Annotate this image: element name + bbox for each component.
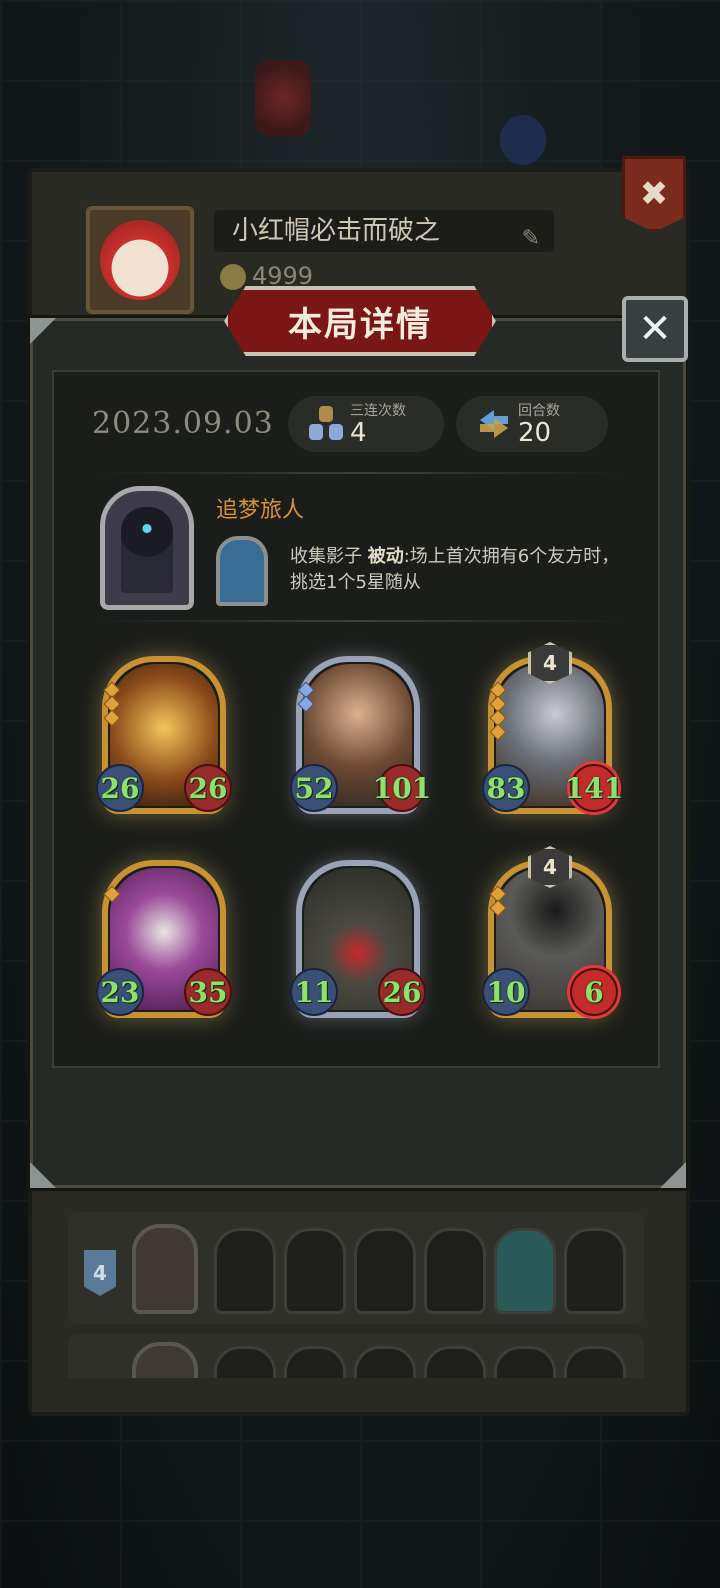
skill-name: 收集影子 [290,546,362,567]
health-stat: 35 [184,968,232,1016]
rounds-stat: 回合数 20 [456,396,608,452]
lineup-unit [284,1346,346,1378]
triple-icon [306,404,346,444]
hero-portrait[interactable] [100,486,194,610]
profile-close-button[interactable]: ✖ [622,156,686,232]
coin-count: 4999 [252,262,314,290]
corner-ornament [660,1162,686,1188]
avatar-image [100,220,180,300]
coin-icon [220,264,246,290]
lineup-row[interactable]: 4 [68,1212,644,1324]
triple-value: 4 [350,418,367,448]
attack-stat: 83 [482,764,530,812]
modal-title: 本局详情 [288,304,432,345]
lineup-unit [424,1228,486,1314]
lineup-unit [564,1346,626,1378]
star-rank [489,885,507,917]
divider [96,472,624,474]
star-rank [103,681,121,727]
star-rank [103,885,121,903]
close-button[interactable]: ✕ [622,296,688,362]
rank-badge: 4 [84,1250,116,1296]
health-stat: 101 [373,764,431,812]
skill-type: 被动 [367,546,404,567]
unit-card[interactable]: 4 10 6 [482,846,618,1018]
attack-stat: 11 [290,968,338,1016]
unit-card[interactable]: 52 101 [290,656,431,814]
lineup-unit [494,1228,556,1314]
star-rank [297,681,315,713]
match-date: 2023.09.03 [92,406,274,441]
health-stat: 26 [184,764,232,812]
player-name-text: 小红帽必击而破之 [232,216,441,246]
star-icon [103,709,121,727]
lineup-row[interactable] [68,1334,644,1378]
triple-stat: 三连次数 4 [288,396,444,452]
potion-icon [500,115,546,165]
lantern-icon [255,60,311,136]
skill-description: 收集影子 被动:场上首次拥有6个友方时，挑选1个5星随从 [290,544,620,596]
hero-name: 追梦旅人 [216,498,305,523]
corner-ornament [30,318,56,344]
lineup-unit [214,1228,276,1314]
lineup-hero [132,1224,198,1314]
lineup-unit [214,1346,276,1378]
rounds-label: 回合数 [518,403,560,419]
unit-card[interactable]: 11 26 [290,860,426,1018]
star-rank [489,681,507,741]
health-stat: 26 [378,968,426,1016]
hero-figure [121,507,173,593]
corner-ornament [30,1162,56,1188]
star-icon [103,885,121,903]
rounds-icon [474,404,514,444]
unit-card[interactable]: 26 26 [96,656,232,814]
lineup-unit [424,1346,486,1378]
player-name: 小红帽必击而破之 ✎ [214,210,554,252]
unit-card[interactable]: 23 35 [96,860,232,1018]
attack-stat: 26 [96,764,144,812]
lineup-hero [132,1342,198,1378]
avatar [86,206,194,314]
health-stat: 141 [565,764,623,812]
unit-card[interactable]: 4 83 141 [482,642,623,814]
health-stat: 6 [570,968,618,1016]
lineup-unit [354,1228,416,1314]
lineup-unit [284,1228,346,1314]
star-icon [489,723,507,741]
lineup-unit [564,1228,626,1314]
pencil-icon[interactable]: ✎ [522,218,540,260]
rounds-value: 20 [518,418,552,448]
attack-stat: 10 [482,968,530,1016]
star-icon [297,695,315,713]
skill-icon[interactable] [216,536,268,606]
attack-stat: 23 [96,968,144,1016]
star-icon [489,899,507,917]
triple-label: 三连次数 [350,403,406,419]
divider [96,620,624,622]
attack-stat: 52 [290,764,338,812]
lineup-unit [494,1346,556,1378]
close-icon: ✕ [638,306,672,352]
lineup-unit [354,1346,416,1378]
modal-title-banner: 本局详情 [224,286,496,356]
